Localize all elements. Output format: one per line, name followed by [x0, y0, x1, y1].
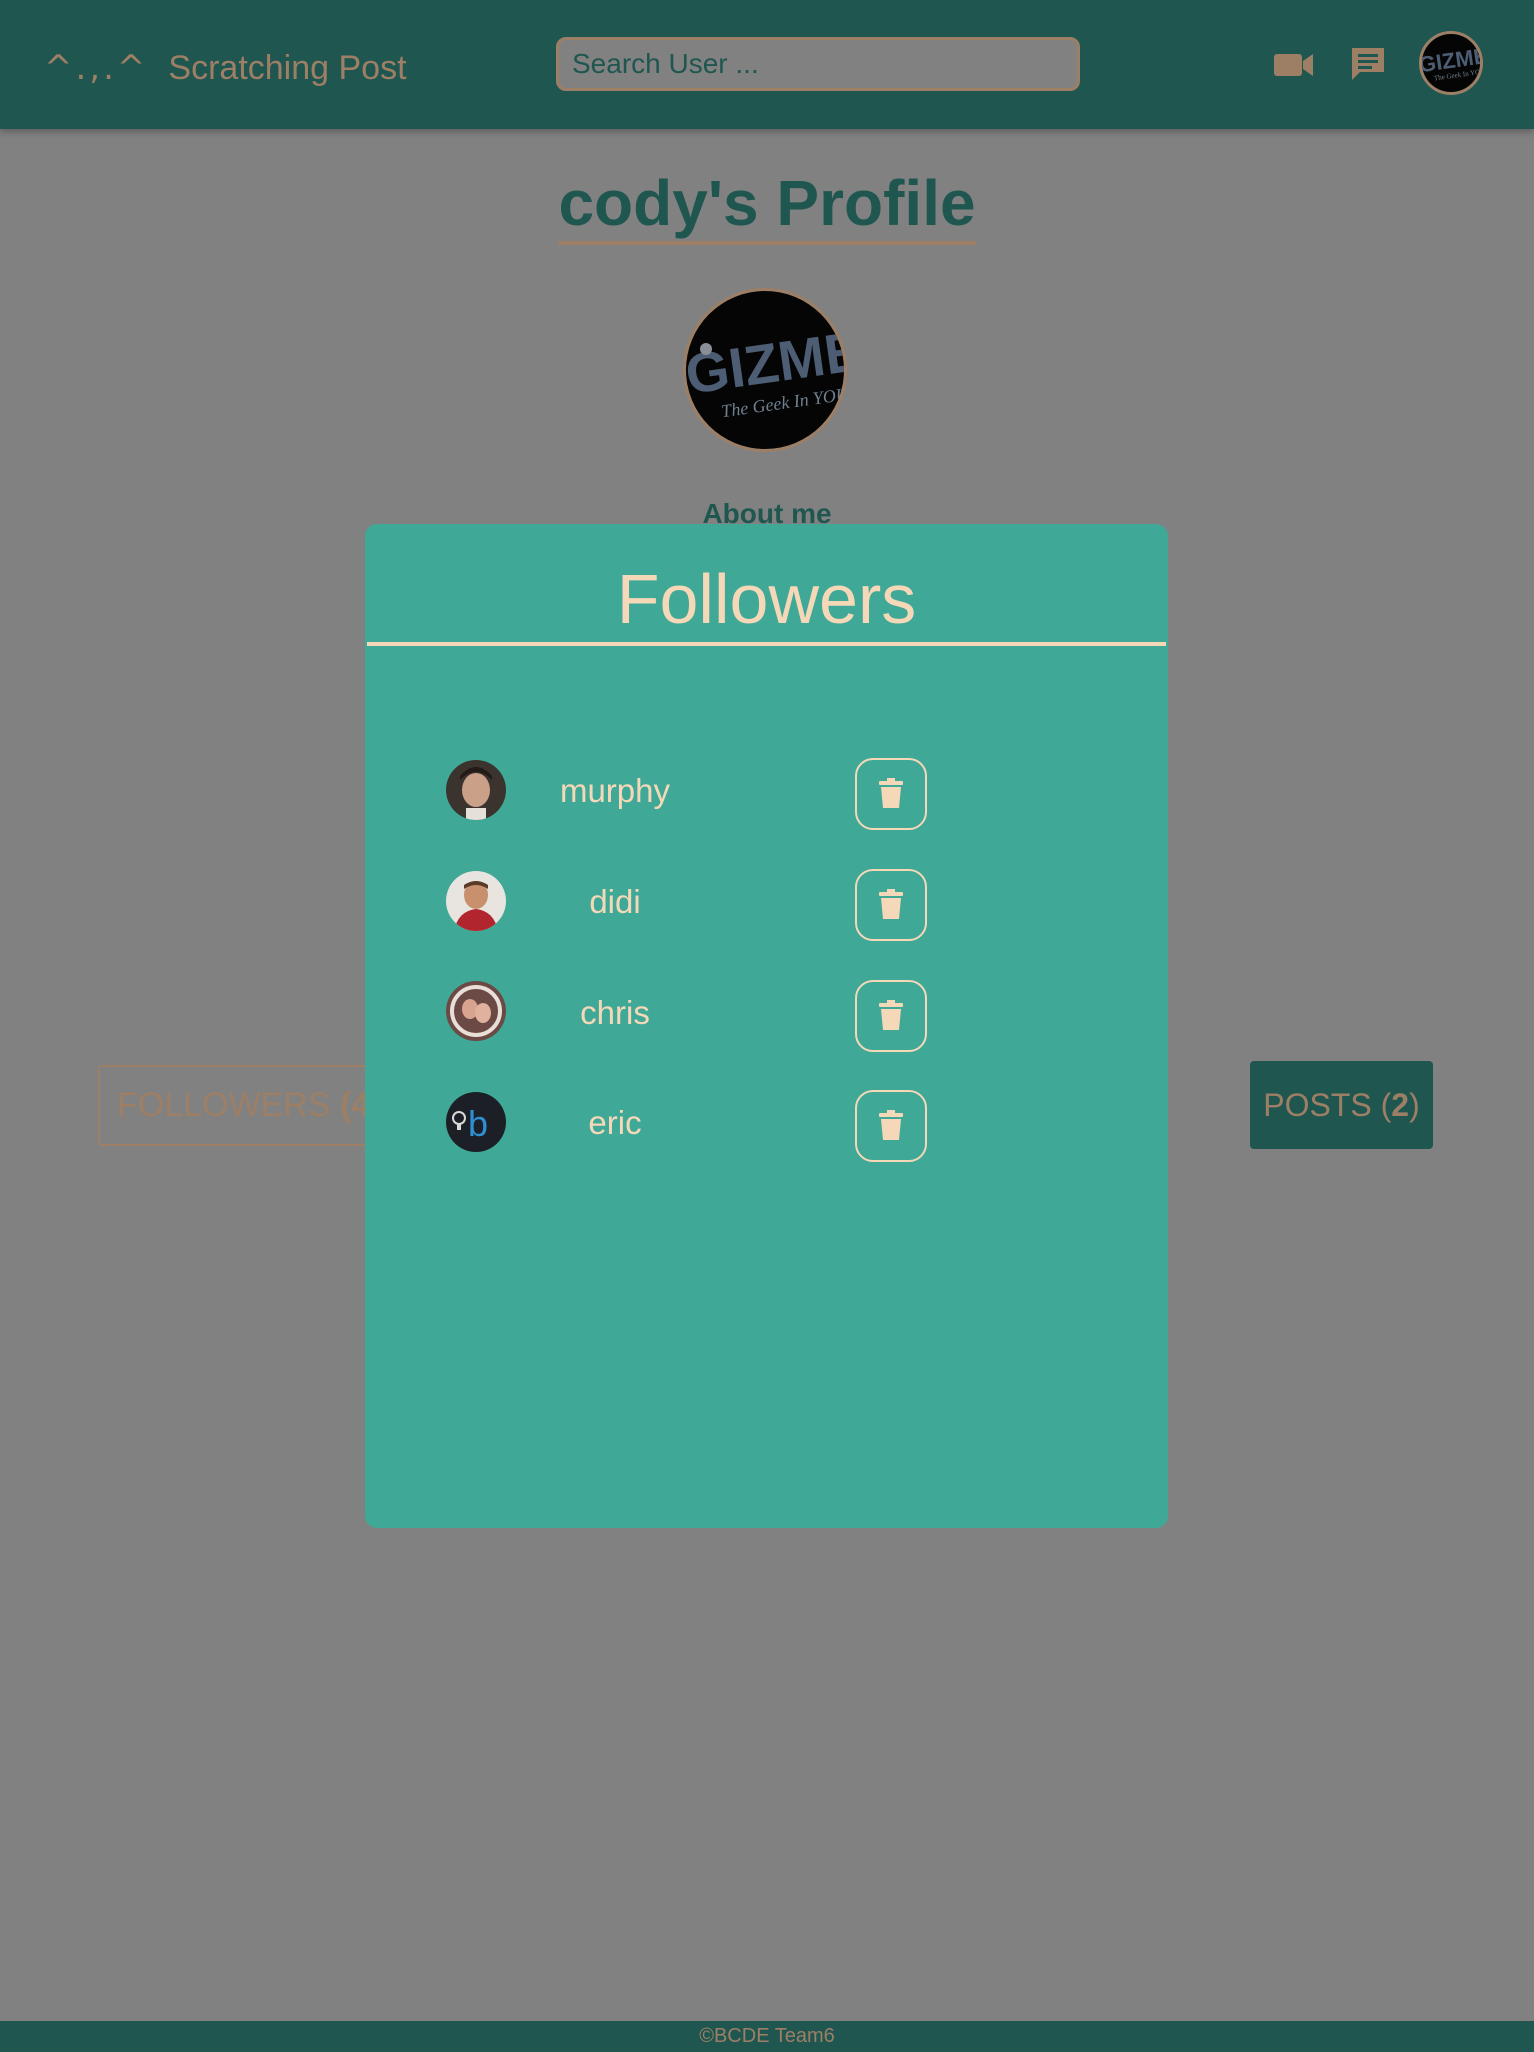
modal-title: Followers	[616, 560, 917, 638]
footer-text: ©BCDE Team6	[699, 2025, 835, 2047]
chat-icon[interactable]	[1348, 44, 1392, 84]
posts-button[interactable]: POSTS (2)	[1250, 1061, 1433, 1149]
follower-avatar-eric[interactable]: b	[446, 1092, 506, 1152]
delete-follower-didi-button[interactable]	[855, 869, 927, 941]
posts-label: POSTS	[1263, 1086, 1372, 1123]
follower-name-didi[interactable]: didi	[535, 883, 695, 923]
trash-icon	[879, 888, 903, 922]
trash-icon	[879, 1109, 903, 1143]
follower-avatar-murphy[interactable]	[446, 760, 506, 820]
top-navbar: ^.,.^ Scratching Post GIZMEE The Geek In…	[0, 0, 1534, 129]
svg-text:b: b	[468, 1103, 488, 1144]
brand-name: Scratching Post	[168, 48, 407, 87]
brand-logo: ^.,.^	[44, 48, 149, 88]
follower-name-chris[interactable]: chris	[535, 994, 695, 1034]
follower-avatar-didi[interactable]	[446, 871, 506, 931]
follower-name-eric[interactable]: eric	[535, 1104, 695, 1144]
followers-label: FOLLOWERS	[117, 1086, 331, 1124]
brand-link[interactable]: ^.,.^ Scratching Post	[44, 44, 407, 92]
modal-divider	[367, 642, 1166, 646]
trash-icon	[879, 999, 903, 1033]
delete-follower-eric-button[interactable]	[855, 1090, 927, 1162]
profile-title-text: cody's Profile	[558, 167, 976, 245]
video-camera-icon[interactable]	[1272, 44, 1316, 84]
trash-icon	[879, 777, 903, 811]
user-avatar[interactable]: GIZMEE The Geek In YOU	[1419, 31, 1483, 95]
profile-title: cody's Profile	[0, 166, 1534, 245]
delete-follower-murphy-button[interactable]	[855, 758, 927, 830]
footer: ©BCDE Team6	[0, 2021, 1534, 2052]
posts-count: 2	[1391, 1086, 1410, 1123]
follower-avatar-chris[interactable]	[446, 981, 506, 1041]
delete-follower-chris-button[interactable]	[855, 980, 927, 1052]
followers-modal: Followers murphy didi chris b eric	[365, 524, 1168, 1528]
follower-name-murphy[interactable]: murphy	[535, 772, 695, 812]
search-user-input[interactable]	[556, 37, 1080, 91]
profile-avatar: GIZMEE The Geek In YOU	[683, 288, 847, 452]
